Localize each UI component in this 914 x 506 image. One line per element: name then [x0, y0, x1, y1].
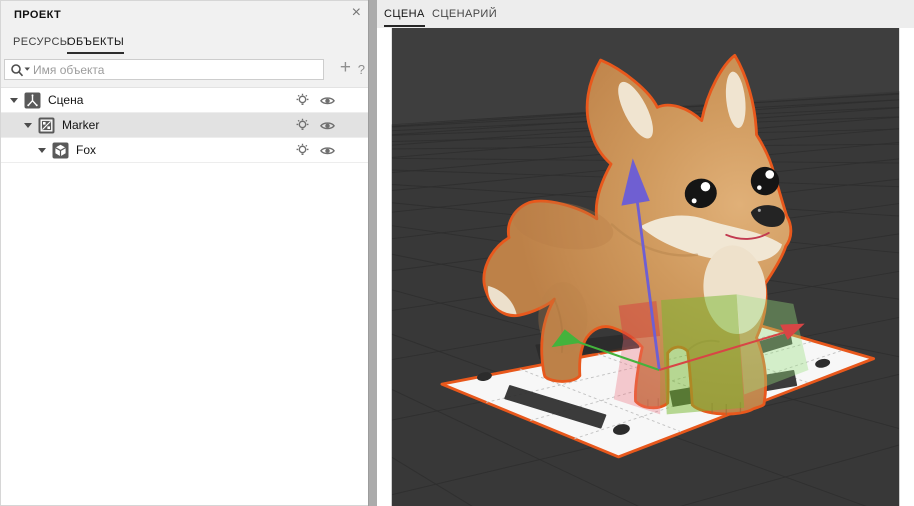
scene-axis-icon [24, 92, 41, 109]
tree-row-fox[interactable]: Fox [1, 138, 368, 163]
viewport-3d[interactable] [377, 28, 914, 506]
project-panel: ПРОЕКТ × РЕСУРСЫ ОБЪЕКТЫ + ? [0, 0, 368, 506]
project-panel-header: ПРОЕКТ × [1, 1, 368, 29]
light-toggle-icon[interactable] [294, 92, 311, 109]
close-icon[interactable]: × [352, 4, 361, 22]
fox-eye-highlight [757, 185, 762, 190]
panel-title: ПРОЕКТ [14, 9, 61, 21]
tree-item-label: Marker [62, 118, 99, 132]
search-input[interactable] [33, 61, 319, 78]
project-panel-tabs: РЕСУРСЫ ОБЪЕКТЫ [1, 29, 368, 55]
light-toggle-icon[interactable] [294, 142, 311, 159]
light-toggle-icon[interactable] [294, 117, 311, 134]
fox-nose-highlight [758, 209, 761, 212]
search-row: + ? [1, 55, 368, 87]
application-window: ПРОЕКТ × РЕСУРСЫ ОБЪЕКТЫ + ? [0, 0, 914, 506]
fox-eye-highlight [692, 198, 697, 203]
tree-item-label: Сцена [48, 93, 83, 107]
tree-item-label: Fox [76, 143, 96, 157]
model-cube-icon [52, 142, 69, 159]
search-icon[interactable] [10, 63, 32, 78]
visibility-toggle-icon[interactable] [319, 142, 336, 159]
tree-row-scene[interactable]: Сцена [1, 88, 368, 113]
expander-icon[interactable] [38, 148, 46, 153]
visibility-toggle-icon[interactable] [319, 117, 336, 134]
visibility-toggle-icon[interactable] [319, 92, 336, 109]
panel-splitter[interactable] [368, 0, 377, 506]
tab-scene[interactable]: СЦЕНА [384, 8, 425, 27]
fox-eye-highlight [701, 182, 710, 191]
expander-icon[interactable] [24, 123, 32, 128]
marker-icon [38, 117, 55, 134]
help-button[interactable]: ? [358, 62, 365, 77]
add-object-button[interactable]: + [340, 57, 351, 79]
object-tree: Сцена [1, 87, 368, 505]
tab-resources[interactable]: РЕСУРСЫ [13, 36, 70, 48]
tab-objects[interactable]: ОБЪЕКТЫ [67, 36, 124, 54]
scene-panel-tabs: СЦЕНА СЦЕНАРИЙ [377, 0, 914, 28]
fox-eye-highlight [765, 170, 774, 179]
expander-icon[interactable] [10, 98, 18, 103]
search-filter-caret-icon[interactable] [25, 68, 31, 71]
scene-panel: СЦЕНА СЦЕНАРИЙ [377, 0, 914, 506]
gizmo-plane-yz[interactable] [661, 294, 744, 414]
search-box [4, 59, 324, 80]
tree-row-marker[interactable]: Marker [1, 113, 368, 138]
tab-scenario[interactable]: СЦЕНАРИЙ [432, 8, 497, 20]
